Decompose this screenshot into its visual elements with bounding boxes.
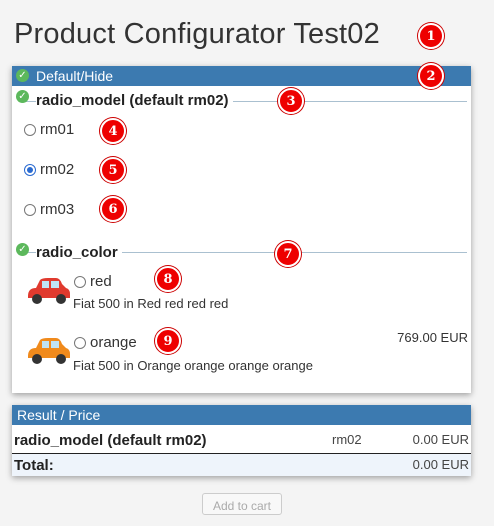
- check-icon: ✓: [16, 243, 29, 256]
- check-icon: ✓: [16, 90, 29, 103]
- result-total-row: Total: 0.00 EUR: [12, 454, 471, 476]
- option-label: orange: [90, 334, 137, 351]
- option-label: red: [90, 273, 112, 290]
- radio-button[interactable]: [24, 123, 36, 136]
- radio-button[interactable]: [74, 275, 86, 288]
- result-total-label: Total:: [14, 457, 54, 474]
- car-wheel: [56, 294, 66, 304]
- config-panel: ✓ Default/Hide ✓ radio_model (default rm…: [12, 66, 471, 393]
- car-window: [42, 281, 49, 288]
- car-window: [42, 341, 49, 348]
- car-window: [51, 281, 59, 288]
- page-title: Product Configurator Test02: [14, 18, 380, 50]
- option-price: 769.00 EUR: [397, 330, 468, 345]
- result-row-price: 0.00 EUR: [412, 432, 469, 447]
- radio-button[interactable]: [24, 163, 36, 176]
- car-wheel: [56, 354, 66, 364]
- marker-2: 2: [418, 63, 444, 89]
- option-rm01[interactable]: rm01: [24, 121, 74, 138]
- option-rm02[interactable]: rm02: [24, 161, 74, 178]
- group-title-radio-color: radio_color: [36, 244, 122, 261]
- marker-5: 5: [100, 157, 126, 183]
- car-wheel: [32, 354, 42, 364]
- option-label: rm01: [40, 121, 75, 138]
- option-description: Fiat 500 in Red red red red: [73, 296, 229, 311]
- result-panel: Result / Price radio_model (default rm02…: [12, 405, 471, 476]
- add-to-cart-button[interactable]: Add to cart: [202, 493, 282, 515]
- check-icon: ✓: [16, 69, 29, 82]
- result-total-price: 0.00 EUR: [412, 457, 469, 472]
- group-title-radio-model: radio_model (default rm02): [36, 92, 233, 109]
- marker-1: 1: [418, 23, 444, 49]
- config-panel-header[interactable]: ✓ Default/Hide: [12, 66, 471, 86]
- option-red[interactable]: red: [74, 273, 112, 290]
- result-panel-header: Result / Price: [12, 405, 471, 425]
- car-red-icon: [28, 278, 70, 304]
- result-panel-header-label: Result / Price: [17, 407, 101, 423]
- marker-4: 4: [100, 118, 126, 144]
- car-orange-icon: [28, 338, 70, 364]
- result-row: radio_model (default rm02) rm02 0.00 EUR: [12, 427, 471, 454]
- option-description: Fiat 500 in Orange orange orange orange: [73, 358, 313, 373]
- car-window: [51, 341, 59, 348]
- config-panel-header-label: Default/Hide: [36, 68, 114, 84]
- option-rm03[interactable]: rm03: [24, 201, 74, 218]
- result-row-name: radio_model (default rm02): [14, 432, 207, 449]
- marker-7: 7: [275, 241, 301, 267]
- marker-6: 6: [100, 196, 126, 222]
- option-label: rm02: [40, 161, 75, 178]
- result-row-value: rm02: [332, 432, 362, 447]
- marker-8: 8: [155, 266, 181, 292]
- radio-button[interactable]: [24, 203, 36, 216]
- car-wheel: [32, 294, 42, 304]
- marker-9: 9: [155, 328, 181, 354]
- marker-3: 3: [278, 88, 304, 114]
- option-orange[interactable]: orange: [74, 334, 137, 351]
- option-label: rm03: [40, 201, 75, 218]
- radio-button[interactable]: [74, 336, 86, 349]
